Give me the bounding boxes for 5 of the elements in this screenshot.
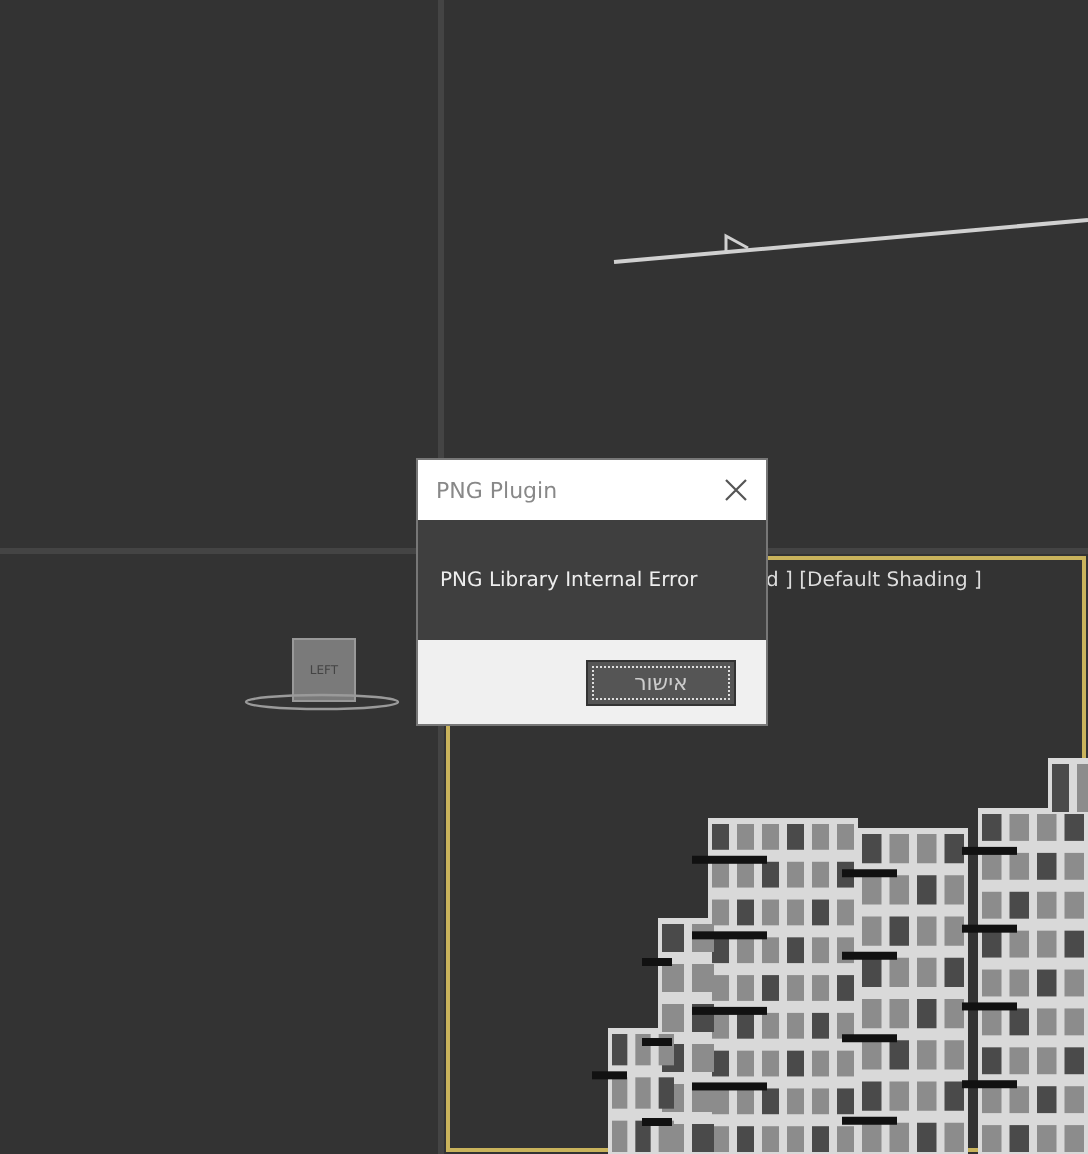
error-message: PNG Library Internal Error — [440, 569, 698, 591]
close-icon[interactable] — [724, 478, 748, 502]
compass-ring[interactable] — [242, 692, 402, 712]
dialog-title: PNG Plugin — [436, 477, 558, 503]
ok-button[interactable]: אישור — [586, 659, 736, 705]
